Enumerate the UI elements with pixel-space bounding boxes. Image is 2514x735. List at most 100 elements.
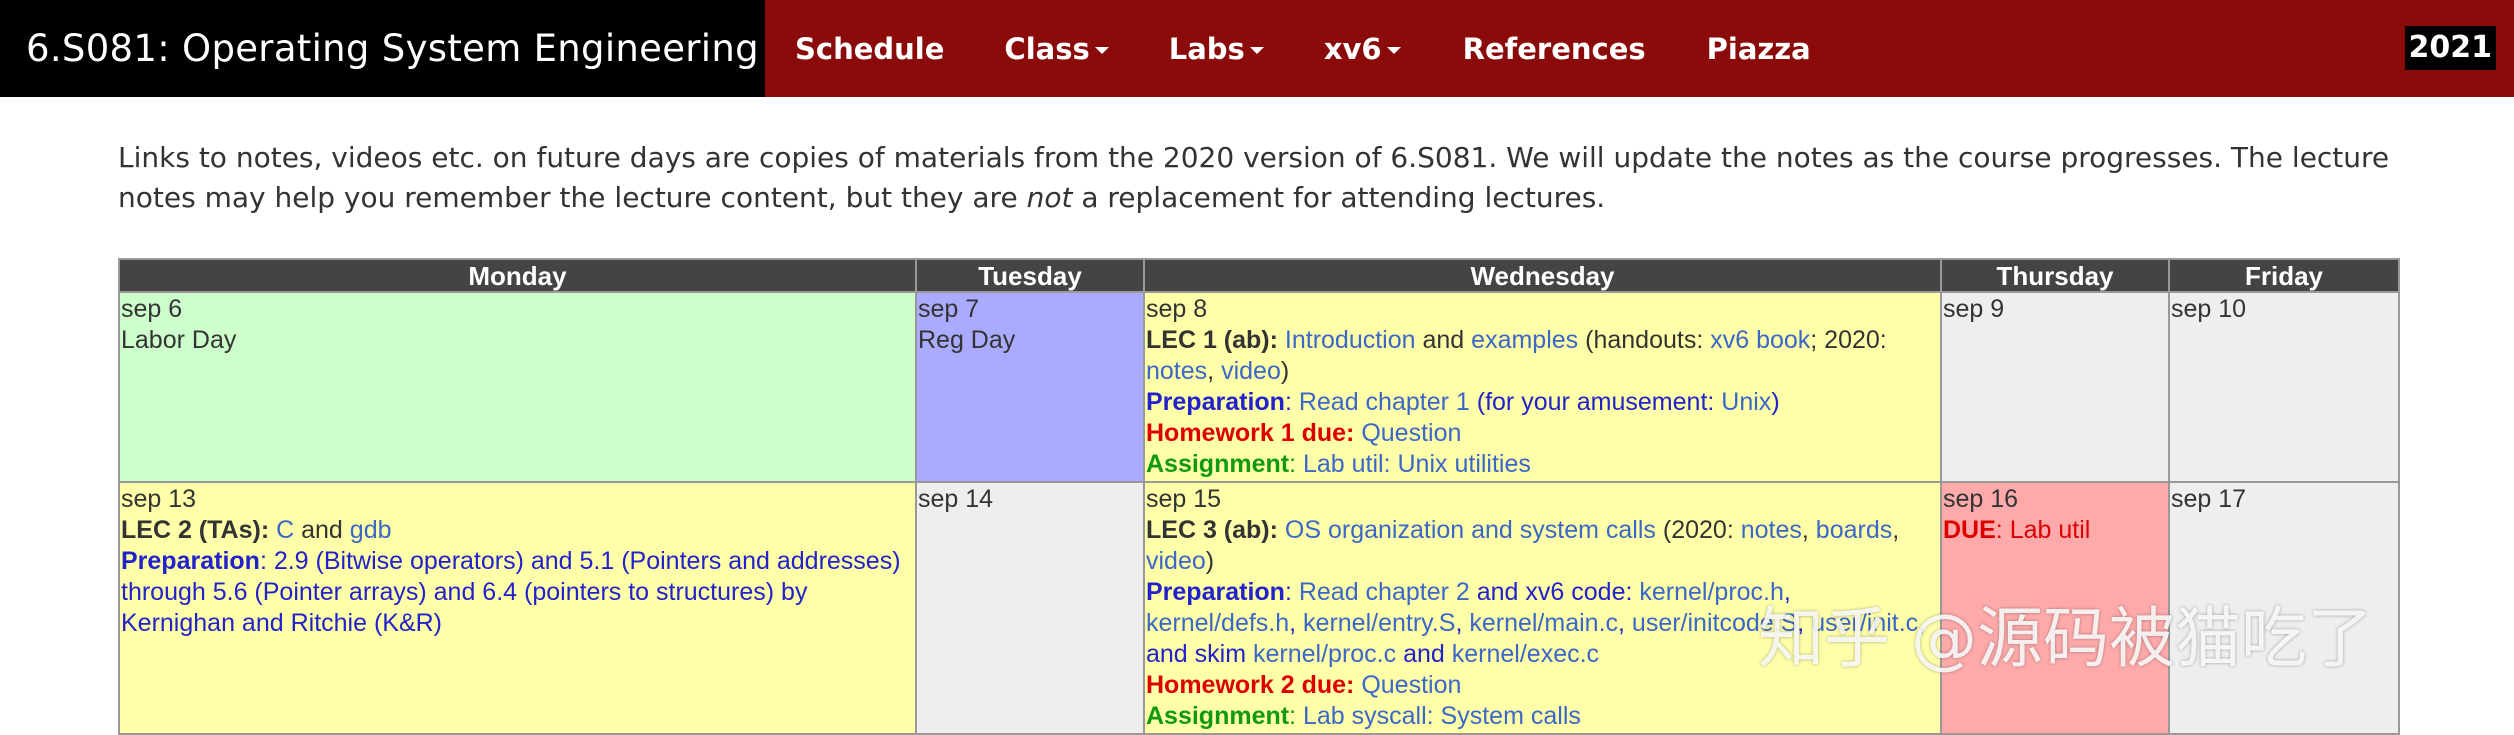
link-defs-h[interactable]: kernel/defs.h [1146, 609, 1289, 637]
nav-menu: Schedule Class Labs xv6 References Piazz… [765, 0, 1811, 97]
homework-line: Homework 1 due: Question [1146, 418, 1939, 449]
text-handouts: (handouts: [1585, 326, 1704, 354]
preparation-label: Preparation [1146, 388, 1285, 416]
text-2020: ; 2020: [1810, 326, 1887, 354]
lecture-line: LEC 1 (ab): Introduction and examples (h… [1146, 325, 1939, 387]
nav-references[interactable]: References [1463, 32, 1646, 66]
nav-labs[interactable]: Labs [1169, 32, 1264, 66]
link-video[interactable]: video [1146, 547, 1206, 575]
link-unix[interactable]: Unix [1721, 388, 1771, 416]
year-selector[interactable]: 2021 [2404, 26, 2496, 70]
header-tuesday: Tuesday [915, 258, 1145, 293]
link-question[interactable]: Question [1361, 671, 1461, 699]
header-thursday: Thursday [1940, 258, 2170, 293]
link-initcode-s[interactable]: user/initcode.S [1632, 609, 1797, 637]
link-boards[interactable]: boards [1816, 516, 1892, 544]
text-2020: (2020: [1662, 516, 1734, 544]
site-brand[interactable]: 6.S081: Operating System Engineering [0, 0, 765, 97]
text-comma: , [1783, 578, 1791, 606]
lecture-line: LEC 2 (TAs): C and gdb [121, 515, 914, 546]
text-comma: , [1801, 516, 1809, 544]
intro-text-end: a replacement for attending lectures. [1081, 181, 1606, 214]
link-os-organization[interactable]: OS organization and system calls [1285, 516, 1656, 544]
nav-piazza-label: Piazza [1706, 31, 1811, 66]
text-comma: , [1797, 609, 1805, 637]
assignment-line: Assignment: Lab util: Unix utilities [1146, 449, 1939, 480]
preparation-line: Preparation: Read chapter 1 (for your am… [1146, 387, 1939, 418]
text-colon: : [1289, 450, 1297, 478]
nav-xv6-label: xv6 [1323, 31, 1382, 66]
nav-schedule[interactable]: Schedule [795, 32, 944, 66]
day-event: Labor Day [121, 326, 237, 354]
intro-emphasis: not [1026, 181, 1073, 214]
link-question[interactable]: Question [1361, 419, 1461, 447]
day-date: sep 9 [1943, 295, 2005, 323]
text-comma: , [1618, 609, 1625, 637]
schedule-intro: Links to notes, videos etc. on future da… [118, 138, 2418, 218]
preparation-label: Preparation [121, 547, 260, 575]
link-c[interactable]: C [276, 516, 294, 544]
nav-xv6[interactable]: xv6 [1324, 32, 1401, 66]
day-cell-sep7: sep 7 Reg Day [915, 291, 1145, 483]
day-cell-sep16: sep 16 DUE: Lab util [1940, 481, 2170, 735]
link-lab-syscall[interactable]: Lab syscall: System calls [1303, 702, 1581, 730]
assignment-label: Assignment [1146, 702, 1290, 730]
nav-piazza[interactable]: Piazza [1707, 32, 1811, 66]
text-close: ) [1205, 547, 1215, 575]
text-comma: , [1455, 609, 1463, 637]
homework-line: Homework 2 due: Question [1146, 670, 1939, 701]
link-entry-s[interactable]: kernel/entry.S [1303, 609, 1455, 637]
preparation-line: Preparation: 2.9 (Bitwise operators) and… [121, 546, 914, 639]
day-event: Reg Day [918, 326, 1016, 354]
preparation-line: Preparation: Read chapter 2 and xv6 code… [1146, 577, 1939, 670]
header-friday: Friday [2168, 258, 2400, 293]
text-close: ) [1280, 357, 1290, 385]
nav-labs-label: Labs [1168, 31, 1245, 66]
link-read-chapter-2[interactable]: Read chapter 2 [1299, 578, 1470, 606]
homework-label: Homework 1 due: [1146, 419, 1355, 447]
text-colon: : [1284, 388, 1292, 416]
assignment-label: Assignment [1146, 450, 1290, 478]
text-colon: : [1284, 578, 1292, 606]
text-comma: , [1892, 516, 1900, 544]
nav-class[interactable]: Class [1004, 31, 1109, 66]
nav-references-label: References [1462, 31, 1646, 66]
link-main-c[interactable]: kernel/main.c [1469, 609, 1618, 637]
nav-class-label: Class [1004, 31, 1090, 66]
lecture-label: LEC 2 (TAs): [121, 516, 270, 544]
day-date: sep 10 [2171, 295, 2247, 323]
day-date: sep 13 [121, 485, 197, 513]
link-proc-c[interactable]: kernel/proc.c [1253, 640, 1396, 668]
text-and: and [1403, 640, 1445, 668]
text-and: and [301, 516, 343, 544]
link-init-c[interactable]: user/init.c [1811, 609, 1918, 637]
link-notes[interactable]: notes [1741, 516, 1802, 544]
link-video[interactable]: video [1221, 357, 1281, 385]
calendar-header-row: Monday Tuesday Wednesday Thursday Friday [118, 258, 2400, 293]
link-lab-util[interactable]: Lab util: Unix utilities [1303, 450, 1531, 478]
due-line: DUE: Lab util [1943, 515, 2167, 546]
link-examples[interactable]: examples [1471, 326, 1578, 354]
link-notes[interactable]: notes [1146, 357, 1207, 385]
link-introduction[interactable]: Introduction [1285, 326, 1416, 354]
day-date: sep 17 [2171, 485, 2247, 513]
link-read-chapter-1[interactable]: Read chapter 1 [1299, 388, 1470, 416]
assignment-line: Assignment: Lab syscall: System calls [1146, 701, 1939, 732]
nav-schedule-label: Schedule [795, 31, 945, 66]
link-xv6-book[interactable]: xv6 book [1710, 326, 1810, 354]
caret-down-icon [1094, 47, 1109, 54]
link-exec-c[interactable]: kernel/exec.c [1452, 640, 1599, 668]
day-cell-sep10: sep 10 [2168, 291, 2400, 483]
due-text: : Lab util [1995, 516, 2091, 544]
homework-label: Homework 2 due: [1146, 671, 1355, 699]
calendar-week-row: sep 6 Labor Day sep 7 Reg Day sep 8 LEC … [118, 291, 2400, 483]
lecture-line: LEC 3 (ab): OS organization and system c… [1146, 515, 1939, 577]
text-and: and [1422, 326, 1465, 354]
day-cell-sep15: sep 15 LEC 3 (ab): OS organization and s… [1143, 481, 1942, 735]
day-date: sep 8 [1146, 295, 1208, 323]
text-and-code: and xv6 code: [1476, 578, 1633, 606]
caret-down-icon [1386, 47, 1401, 54]
link-proc-h[interactable]: kernel/proc.h [1639, 578, 1784, 606]
link-gdb[interactable]: gdb [350, 516, 392, 544]
header-wednesday: Wednesday [1143, 258, 1942, 293]
